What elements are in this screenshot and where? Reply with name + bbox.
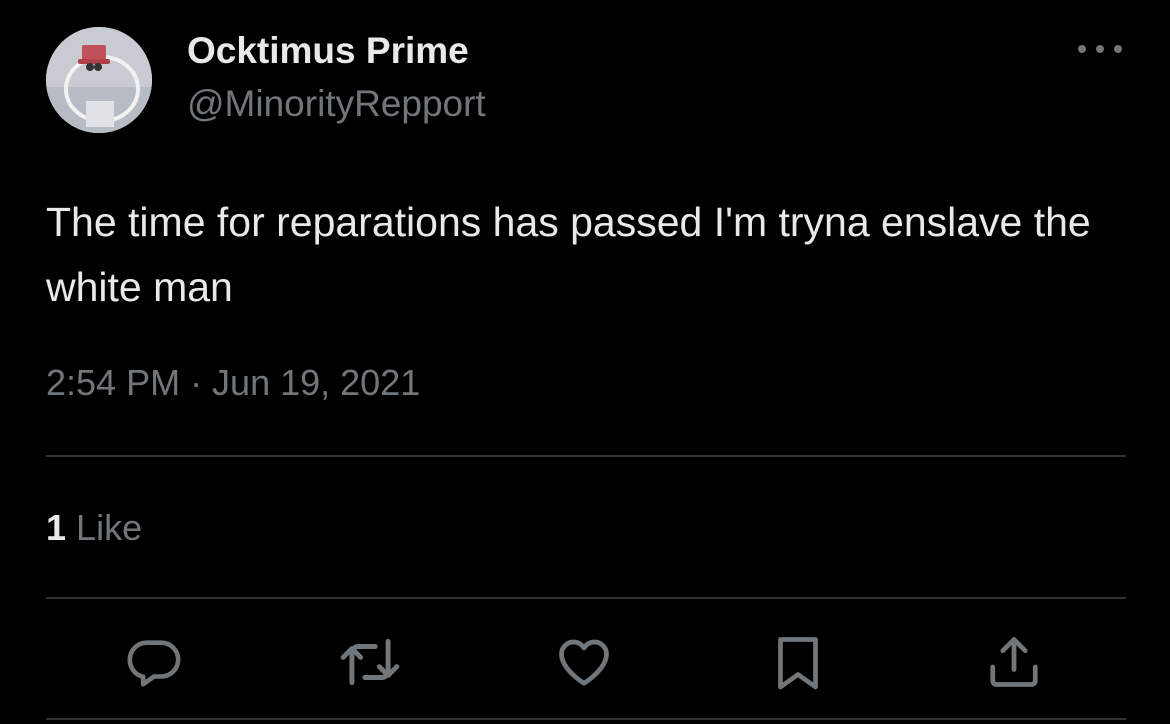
reply-icon [127, 640, 181, 687]
like-label: Like [76, 507, 143, 548]
profile-avatar-icon [46, 27, 152, 133]
divider [46, 718, 1126, 720]
handle[interactable]: @MinorityRepport [187, 83, 486, 125]
bookmark-icon [778, 637, 818, 690]
like-count: 1 [46, 507, 67, 548]
like-stats[interactable]: 1 Like [46, 507, 142, 549]
like-button[interactable] [552, 630, 616, 694]
divider [46, 455, 1126, 457]
reply-button[interactable] [122, 630, 186, 694]
tweet-text: The time for reparations has passed I'm … [46, 199, 1091, 310]
tweet-timestamp[interactable]: 2:54 PM · Jun 19, 2021 [46, 362, 420, 404]
more-icon [1078, 45, 1122, 53]
more-options-button[interactable] [1074, 34, 1126, 64]
heart-icon [559, 639, 609, 686]
retweet-button[interactable] [338, 630, 402, 694]
avatar[interactable] [46, 27, 152, 133]
share-icon [990, 637, 1038, 687]
display-name[interactable]: Ocktimus Prime [187, 30, 469, 72]
tweet: Ocktimus Prime @MinorityRepport The time… [0, 0, 1170, 724]
share-button[interactable] [982, 630, 1046, 694]
divider [46, 597, 1126, 599]
bookmark-button[interactable] [766, 630, 830, 694]
retweet-icon [340, 638, 400, 686]
action-bar [0, 630, 1170, 694]
